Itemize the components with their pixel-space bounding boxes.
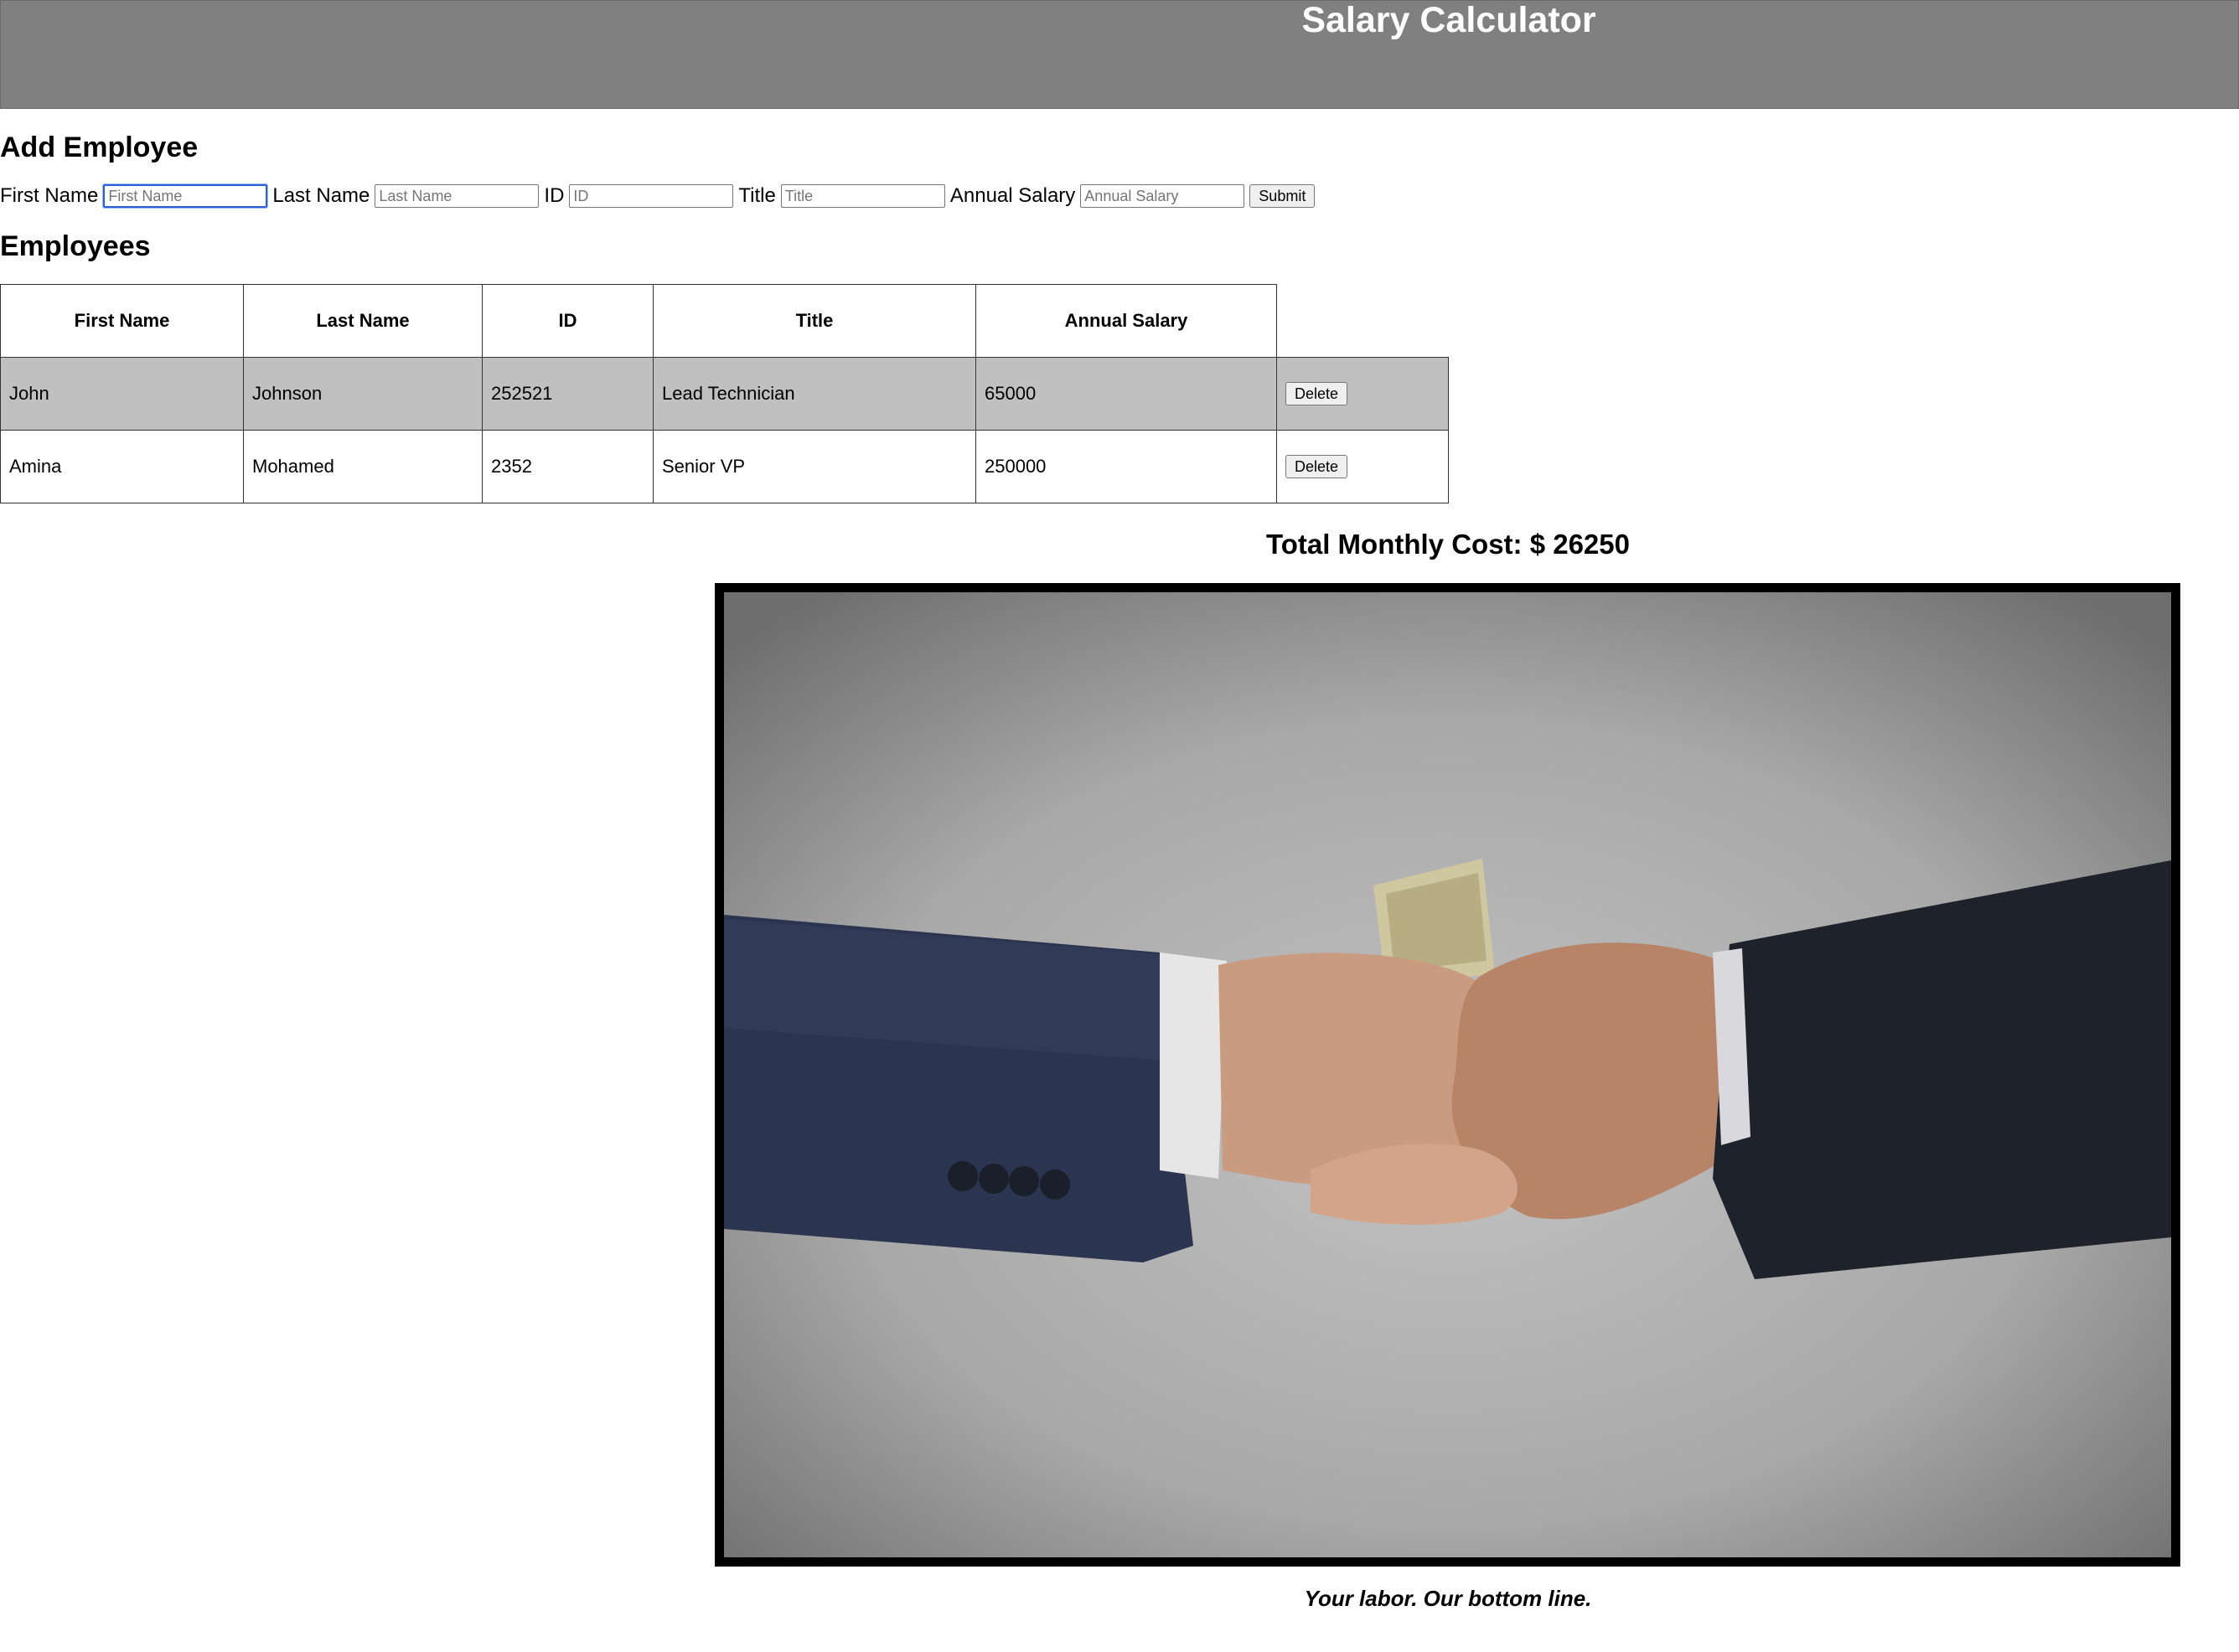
add-employee-heading: Add Employee [0,132,199,163]
cell-last-name: Mohamed [243,430,483,503]
cell-id: 2352 [482,430,654,503]
last-name-label: Last Name [272,184,370,207]
header-banner: Salary Calculator [0,0,2239,109]
id-label: ID [544,184,565,207]
cell-id: 252521 [482,357,654,431]
cell-actions: Delete [1276,430,1449,503]
column-header-id: ID [482,284,654,358]
column-header-annual-salary: Annual Salary [975,284,1277,358]
first-name-label: First Name [0,184,99,207]
submit-button[interactable]: Submit [1249,184,1316,208]
title-input[interactable] [780,184,945,208]
cell-actions: Delete [1276,357,1449,431]
page-title: Salary Calculator [1301,0,1596,40]
id-input[interactable] [569,184,734,208]
cell-title: Lead Technician [653,357,976,431]
caption-text: Your labor. Our bottom line. [1304,1586,1592,1611]
column-header-actions [1276,284,1449,358]
total-monthly-cost: Total Monthly Cost: $ 26250 [1266,529,1630,560]
table-header-row: First Name Last Name ID Title Annual Sal… [0,284,1449,358]
last-name-input[interactable] [375,184,540,208]
annual-salary-input[interactable] [1080,184,1245,208]
delete-button[interactable]: Delete [1285,455,1348,479]
delete-button[interactable]: Delete [1285,382,1348,406]
cell-first-name: Amina [0,430,244,503]
employees-heading: Employees [0,230,151,262]
column-header-last-name: Last Name [243,284,483,358]
handshake-photo [715,583,2180,1567]
handshake-illustration [724,592,2171,1557]
table-row: Amina Mohamed 2352 Senior VP 250000 Dele… [0,430,1449,503]
column-header-first-name: First Name [0,284,244,358]
employees-table: First Name Last Name ID Title Annual Sal… [0,284,1449,503]
annual-salary-label: Annual Salary [949,184,1076,207]
table-row: John Johnson 252521 Lead Technician 6500… [0,357,1449,431]
first-name-input[interactable] [102,183,269,209]
column-header-title: Title [653,284,976,358]
cell-annual-salary: 250000 [975,430,1277,503]
cell-last-name: Johnson [243,357,483,431]
cell-annual-salary: 65000 [975,357,1277,431]
cell-title: Senior VP [653,430,976,503]
title-label: Title [738,184,776,207]
add-employee-form: First Name Last Name ID Title Annual Sal… [0,183,1316,209]
cell-first-name: John [0,357,244,431]
